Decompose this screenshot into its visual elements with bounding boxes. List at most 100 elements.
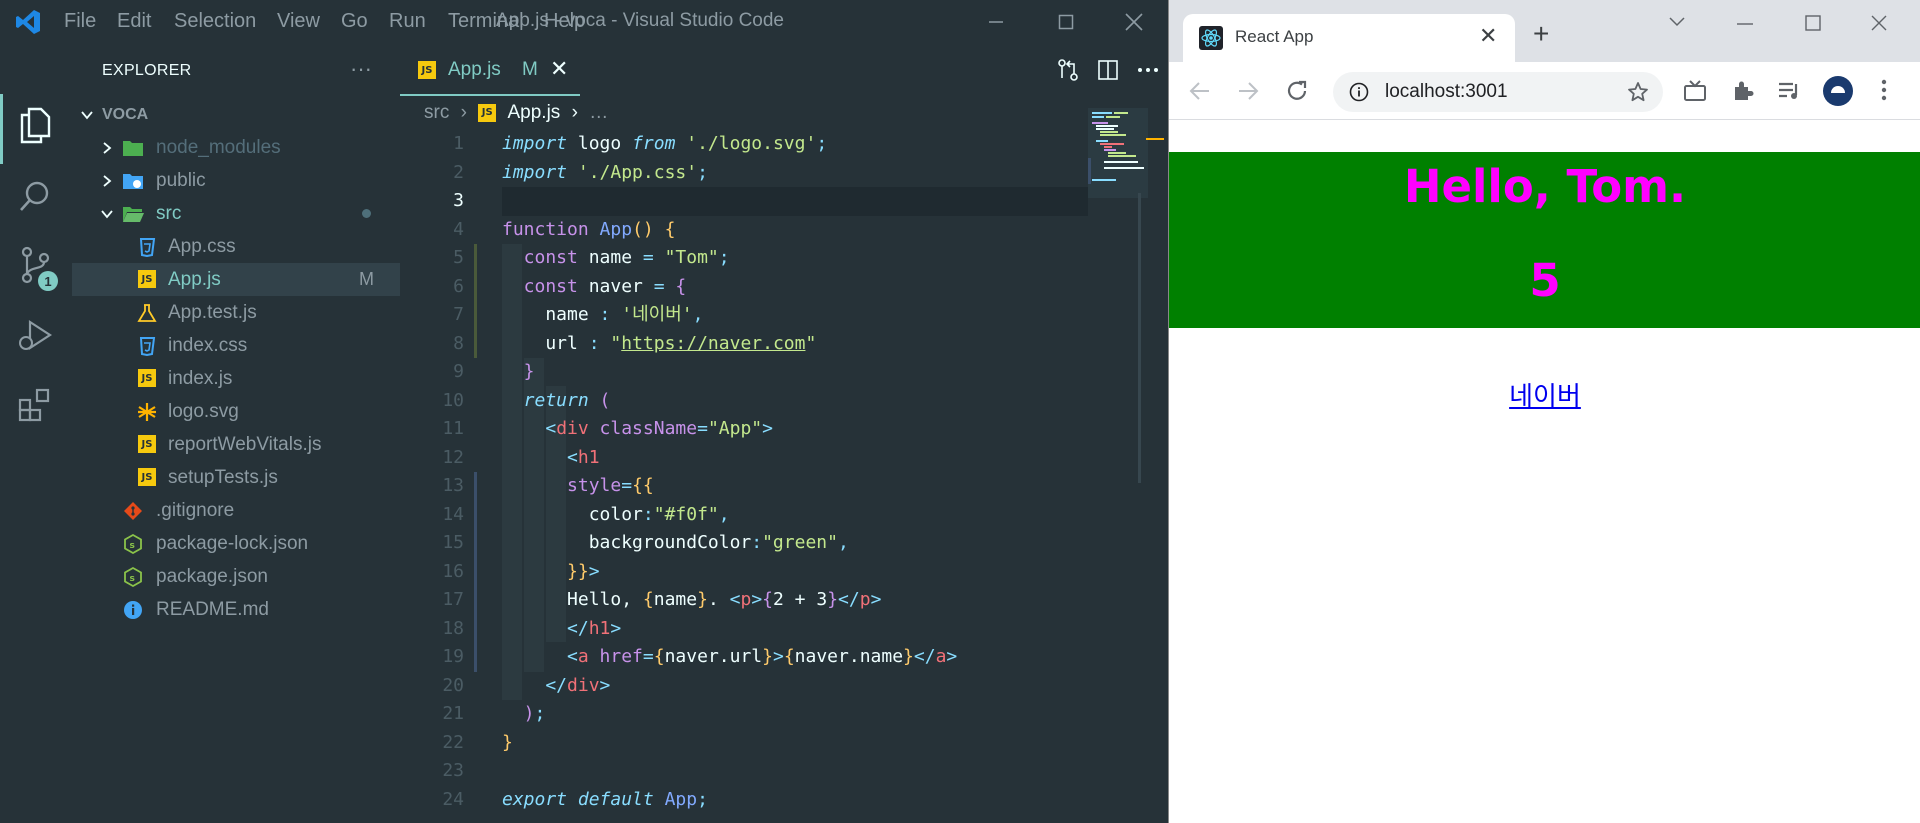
tab-close-button[interactable]: ✕ <box>550 56 568 82</box>
tree-item-app-test-js[interactable]: App.test.js <box>72 296 400 329</box>
breadcrumb-more[interactable]: … <box>589 102 608 123</box>
test-flask-icon <box>137 304 157 322</box>
browser-window: React App ✕ + localhost:3001 Hello, Tom.… <box>1168 0 1920 823</box>
folder-public-icon <box>123 174 143 189</box>
tree-item-report-web-vitals[interactable]: JS reportWebVitals.js <box>72 428 400 461</box>
forward-arrow-icon[interactable] <box>1237 80 1259 102</box>
url-text: localhost:3001 <box>1385 81 1508 102</box>
explorer-more-button[interactable]: ··· <box>350 56 372 82</box>
new-tab-button[interactable]: + <box>1533 18 1549 50</box>
js-file-icon: JS <box>138 369 156 387</box>
tab-search-chevron-icon[interactable] <box>1669 17 1685 27</box>
tree-item-readme[interactable]: README.md <box>72 593 400 626</box>
maximize-button[interactable] <box>1034 0 1098 44</box>
tree-item-label: setupTests.js <box>168 466 278 488</box>
more-actions-button[interactable] <box>1128 54 1168 86</box>
breadcrumb-file[interactable]: App.js <box>508 102 561 123</box>
menu-view[interactable]: View <box>277 10 320 33</box>
tree-item-label: README.md <box>156 598 269 620</box>
breadcrumb-folder[interactable]: src <box>424 102 449 123</box>
tree-item-package-json[interactable]: s package.json <box>72 560 400 593</box>
run-debug-icon <box>19 319 53 351</box>
search-activity-button[interactable] <box>0 161 70 231</box>
tree-item-label: index.css <box>168 334 248 356</box>
tree-item-public[interactable]: public <box>72 164 400 197</box>
extensions-puzzle-icon[interactable] <box>1731 79 1755 103</box>
browser-tab-strip: React App ✕ + <box>1169 0 1920 62</box>
sum-paragraph: 5 <box>1529 254 1561 307</box>
url-link[interactable]: https://naver.com <box>621 333 805 354</box>
tree-item-setup-tests[interactable]: JS setupTests.js <box>72 461 400 494</box>
chevron-right-icon <box>103 175 112 187</box>
tree-item-package-lock[interactable]: s package-lock.json <box>72 527 400 560</box>
menu-dots-icon[interactable] <box>1881 78 1887 102</box>
bookmark-star-icon[interactable] <box>1627 81 1649 103</box>
code-line: return ( <box>502 389 611 411</box>
extensions-activity-button[interactable] <box>0 370 70 440</box>
extensions-icon <box>18 388 50 422</box>
search-icon <box>20 181 49 211</box>
activity-bar: 1 <box>0 44 70 823</box>
line-number: 21 <box>442 703 464 724</box>
tree-item-app-js[interactable]: JS App.js M <box>72 263 400 296</box>
explorer-sidebar: EXPLORER ··· VOCA node_modules public sr… <box>72 44 400 823</box>
close-window-button[interactable] <box>1102 0 1166 44</box>
tree-item-node-modules[interactable]: node_modules <box>72 131 400 164</box>
menu-run[interactable]: Run <box>389 10 426 33</box>
code-line: export default App; <box>502 788 708 810</box>
tree-item-index-js[interactable]: JS index.js <box>72 362 400 395</box>
menu-help[interactable]: Help <box>544 10 585 33</box>
workspace-root[interactable]: VOCA <box>72 98 400 131</box>
minimize-button[interactable] <box>964 0 1028 44</box>
naver-link[interactable]: 네이버 <box>1509 381 1581 411</box>
open-changes-button[interactable] <box>1048 54 1088 86</box>
profile-avatar-icon[interactable] <box>1823 76 1853 106</box>
tree-item-src[interactable]: src <box>72 197 400 230</box>
tree-item-logo-svg[interactable]: logo.svg <box>72 395 400 428</box>
cast-media-icon[interactable] <box>1683 80 1707 102</box>
folder-src-open-icon <box>123 207 144 222</box>
tree-item-label: App.js <box>168 268 221 290</box>
svg-text:s: s <box>130 574 135 584</box>
menu-selection[interactable]: Selection <box>174 10 256 33</box>
run-debug-activity-button[interactable] <box>0 300 70 370</box>
address-bar[interactable]: localhost:3001 <box>1333 72 1663 112</box>
browser-tab[interactable]: React App ✕ <box>1183 14 1515 62</box>
close-icon[interactable] <box>1871 15 1887 31</box>
site-info-icon[interactable] <box>1349 82 1369 102</box>
split-editor-button[interactable] <box>1088 54 1128 86</box>
menu-edit[interactable]: Edit <box>117 10 151 33</box>
browser-tab-close-button[interactable]: ✕ <box>1479 23 1497 49</box>
tree-item-app-css[interactable]: App.css <box>72 230 400 263</box>
line-number: 15 <box>442 532 464 553</box>
menu-terminal[interactable]: Terminal <box>448 10 524 33</box>
reload-icon[interactable] <box>1285 79 1309 103</box>
tree-item-gitignore[interactable]: .gitignore <box>72 494 400 527</box>
line-number: 24 <box>442 788 464 810</box>
maximize-icon[interactable] <box>1805 15 1821 31</box>
tree-item-label: reportWebVitals.js <box>168 433 322 455</box>
line-number: 10 <box>442 389 464 411</box>
js-file-icon: JS <box>138 435 156 453</box>
minimize-icon[interactable] <box>1737 22 1753 26</box>
back-arrow-icon[interactable] <box>1189 80 1211 102</box>
react-logo-icon <box>1199 26 1223 50</box>
media-queue-icon[interactable] <box>1777 80 1803 102</box>
line-number: 4 <box>453 218 464 240</box>
tree-item-index-css[interactable]: index.css <box>72 329 400 362</box>
line-number: 1 <box>453 133 464 154</box>
title-bar: File Edit Selection View Go Run Terminal… <box>0 0 1168 44</box>
menu-go[interactable]: Go <box>341 10 368 33</box>
nodejs-file-icon: s <box>124 567 142 587</box>
code-line: } <box>502 361 535 382</box>
minimap[interactable] <box>1088 108 1168 823</box>
files-icon <box>20 107 51 144</box>
vscode-window: File Edit Selection View Go Run Terminal… <box>0 0 1168 823</box>
code-editor[interactable]: 1 2 3 4 5 6 7 8 9 10 11 12 13 14 15 16 1… <box>400 130 1168 823</box>
tab-app-js[interactable]: JS App.js M ✕ <box>400 44 580 96</box>
explorer-activity-button[interactable] <box>0 90 70 160</box>
source-control-activity-button[interactable] <box>0 230 70 300</box>
menu-file[interactable]: File <box>64 10 96 33</box>
git-file-icon <box>124 502 142 520</box>
tab-label: App.js <box>448 59 501 80</box>
